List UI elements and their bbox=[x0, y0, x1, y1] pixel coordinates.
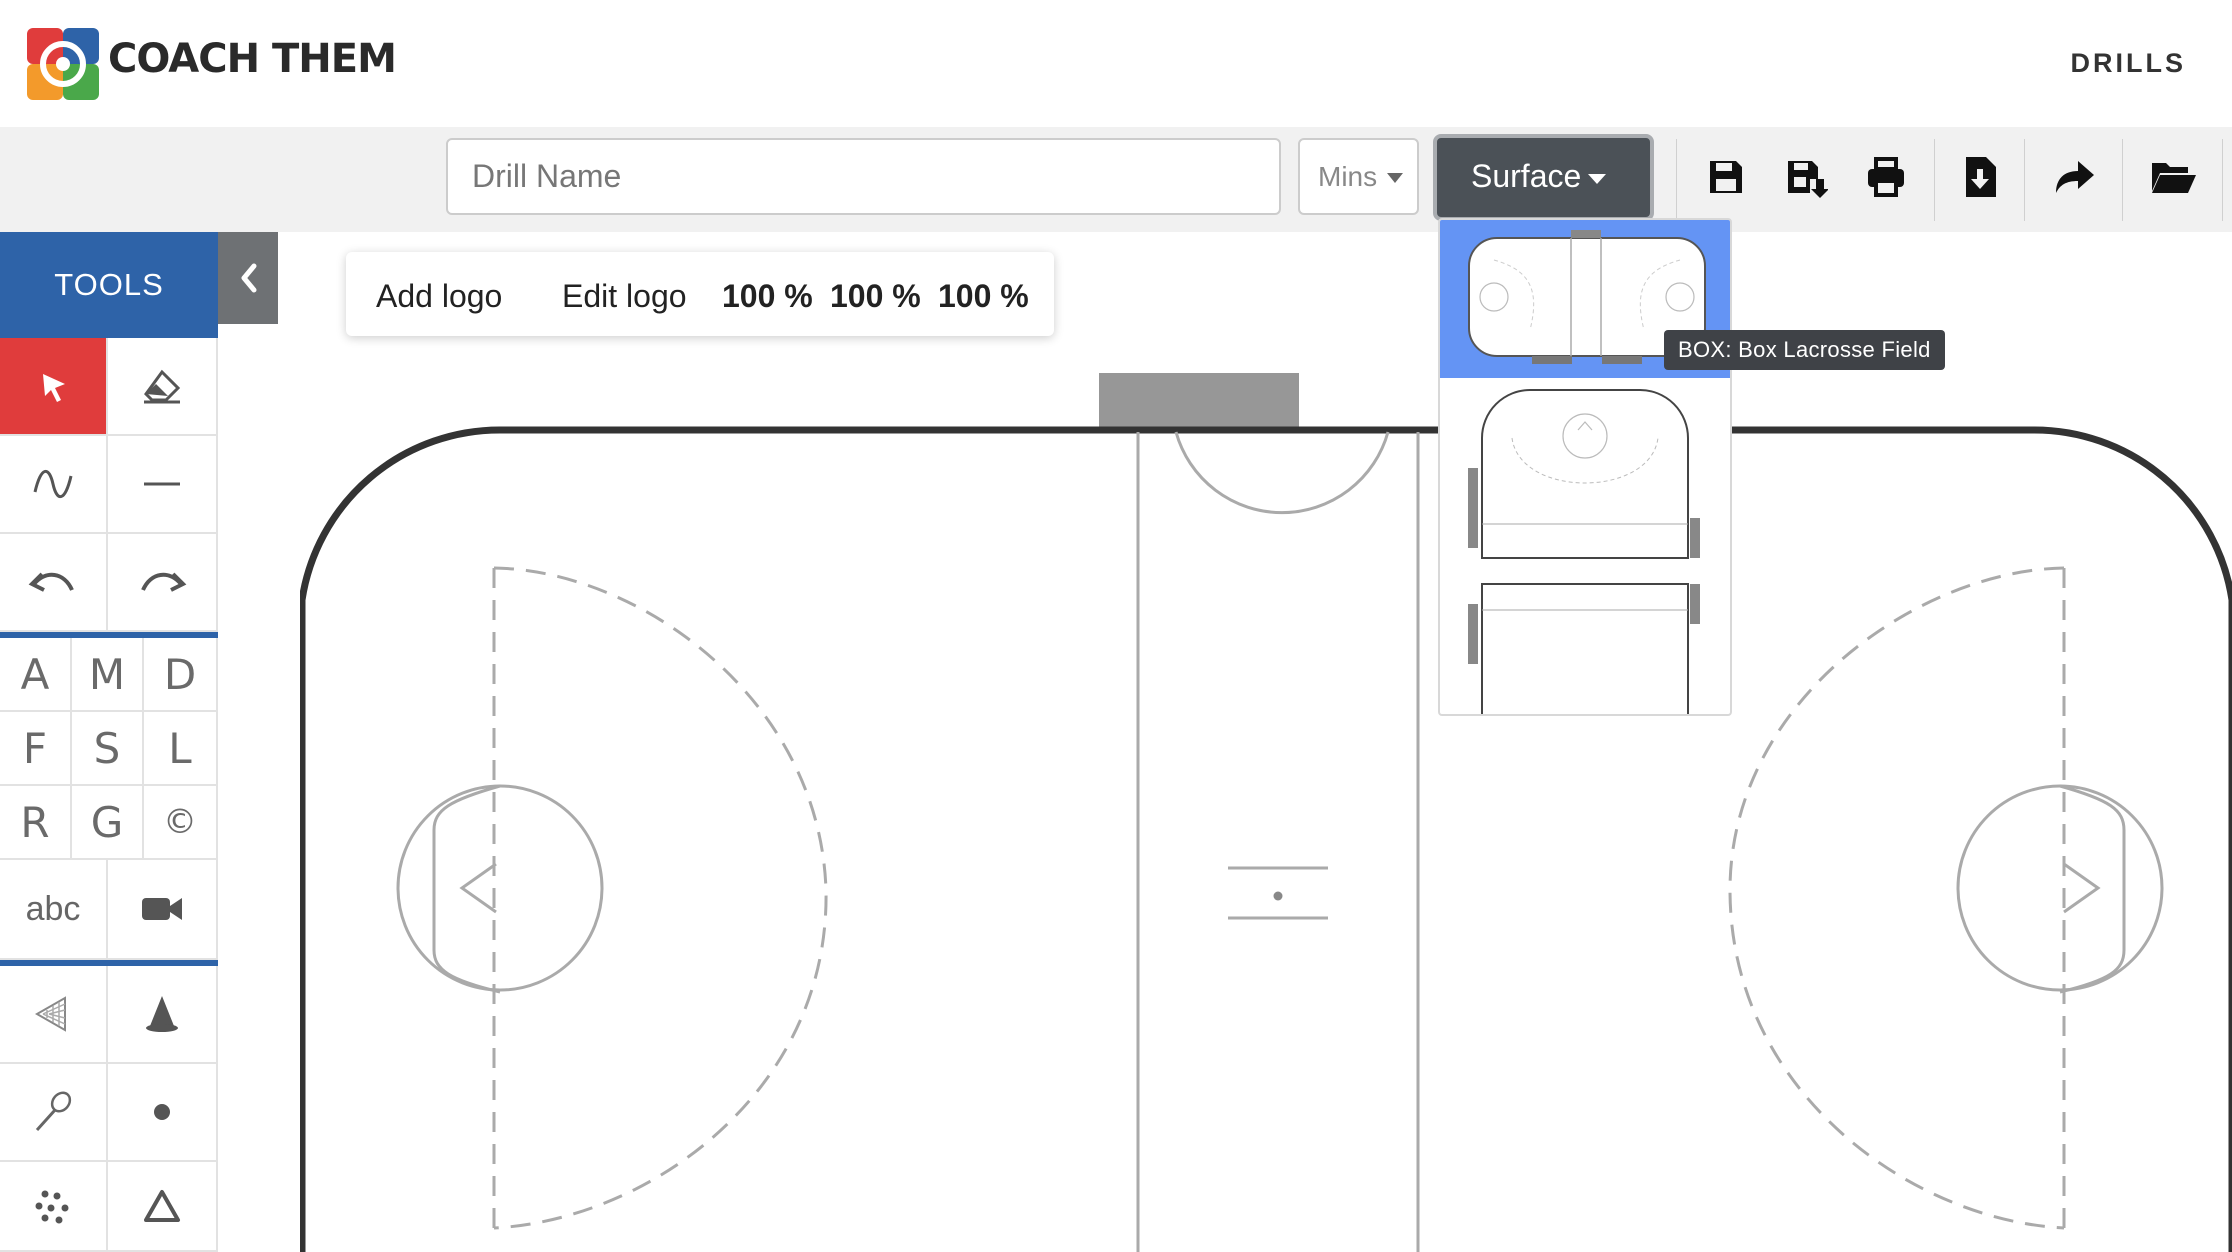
straight-line-tool[interactable] bbox=[108, 436, 218, 534]
letter-l: L bbox=[168, 723, 192, 773]
lacrosse-stick-icon bbox=[35, 1091, 72, 1132]
right-dashed-arc bbox=[1728, 566, 2065, 1230]
text-tool-label: abc bbox=[25, 889, 81, 928]
triangle-tool[interactable] bbox=[108, 1162, 218, 1252]
mins-select[interactable]: Mins bbox=[1298, 138, 1419, 215]
player-coach-tool[interactable]: © bbox=[144, 786, 218, 860]
letter-r: R bbox=[20, 797, 50, 847]
player-goalie-tool[interactable]: G bbox=[72, 786, 144, 860]
letter-c-circle: © bbox=[163, 802, 197, 842]
scattered-balls-icon bbox=[35, 1190, 69, 1224]
letter-s: S bbox=[93, 723, 121, 773]
video-tool[interactable] bbox=[108, 860, 218, 960]
bench-area bbox=[1099, 373, 1299, 431]
drill-name-input[interactable] bbox=[446, 138, 1281, 215]
brand-name[interactable]: COACH THEM bbox=[108, 36, 397, 82]
ball-icon bbox=[154, 1104, 170, 1120]
eraser-tool[interactable] bbox=[108, 338, 218, 436]
faceoff-arc bbox=[1174, 431, 1390, 515]
open-folder-icon[interactable] bbox=[2150, 155, 2198, 199]
letter-g: G bbox=[90, 797, 124, 847]
surface-option-half-field[interactable] bbox=[1440, 378, 1732, 560]
tools-panel-header: TOOLS bbox=[0, 232, 218, 338]
player-l-tool[interactable]: L bbox=[144, 712, 218, 786]
cone-icon bbox=[146, 996, 178, 1032]
right-crease bbox=[1956, 784, 2164, 992]
net-tool[interactable] bbox=[0, 966, 108, 1064]
toolbar-divider bbox=[1934, 139, 1935, 221]
logo-options-bar: Add logo Edit logo 100 % 100 % 100 % bbox=[346, 252, 1054, 336]
curve-tool[interactable] bbox=[0, 436, 108, 534]
ball-tool[interactable] bbox=[108, 1064, 218, 1162]
left-goal bbox=[459, 862, 497, 914]
stick-tool[interactable] bbox=[0, 1064, 108, 1162]
straight-line-icon bbox=[144, 482, 180, 486]
left-crease-back bbox=[432, 784, 501, 994]
video-camera-icon bbox=[142, 898, 182, 920]
mins-placeholder: Mins bbox=[1318, 161, 1378, 192]
goal-net-icon bbox=[34, 996, 66, 1032]
save-icon[interactable] bbox=[1704, 155, 1748, 199]
caret-down-icon bbox=[1588, 174, 1606, 184]
toolbar-divider bbox=[2024, 139, 2025, 221]
share-icon[interactable] bbox=[2052, 155, 2096, 199]
text-tool[interactable]: abc bbox=[0, 860, 108, 960]
cursor-arrow-icon bbox=[43, 374, 65, 402]
left-crease bbox=[396, 784, 604, 992]
letter-a: A bbox=[20, 649, 50, 699]
logo-scale-1[interactable]: 100 % bbox=[722, 278, 813, 315]
editor-toolbar: Mins Surface bbox=[0, 127, 2232, 232]
eraser-icon bbox=[144, 369, 181, 404]
wave-line-icon bbox=[33, 470, 73, 498]
right-goal bbox=[2063, 862, 2101, 914]
print-icon[interactable] bbox=[1864, 155, 1908, 199]
toolbar-divider bbox=[1676, 139, 1677, 221]
player-r-tool[interactable]: R bbox=[0, 786, 72, 860]
download-icon[interactable] bbox=[1958, 155, 2002, 199]
undo-icon bbox=[28, 572, 74, 592]
app-header: COACH THEM DRILLS bbox=[0, 0, 2232, 127]
toolbar-divider bbox=[2122, 139, 2123, 221]
left-dashed-arc bbox=[493, 566, 828, 1230]
collapse-panel-button[interactable] bbox=[218, 232, 278, 324]
redo-tool[interactable] bbox=[108, 534, 218, 632]
letter-m: M bbox=[88, 649, 126, 699]
letter-f: F bbox=[22, 723, 48, 773]
add-logo-link[interactable]: Add logo bbox=[376, 278, 502, 315]
surface-option-field-end[interactable] bbox=[1440, 560, 1732, 716]
toolbar-divider bbox=[2222, 139, 2223, 221]
caret-down-icon bbox=[1387, 173, 1403, 183]
player-attack-tool[interactable]: A bbox=[0, 638, 72, 712]
faceoff-dot bbox=[1273, 891, 1283, 901]
redo-icon bbox=[141, 572, 187, 592]
chevron-left-icon bbox=[241, 263, 257, 293]
surface-dropdown-button[interactable]: Surface bbox=[1433, 134, 1654, 221]
triangle-icon bbox=[144, 1190, 180, 1222]
select-tool[interactable] bbox=[0, 338, 108, 436]
player-s-tool[interactable]: S bbox=[72, 712, 144, 786]
logo-scale-3[interactable]: 100 % bbox=[938, 278, 1029, 315]
surface-tooltip: BOX: Box Lacrosse Field bbox=[1664, 330, 1945, 370]
letter-d: D bbox=[163, 649, 197, 699]
coach-them-logo[interactable] bbox=[27, 28, 99, 100]
right-crease-back bbox=[2059, 784, 2126, 994]
save-as-icon[interactable] bbox=[1784, 155, 1828, 199]
surface-label: Surface bbox=[1471, 158, 1582, 194]
player-midfield-tool[interactable]: M bbox=[72, 638, 144, 712]
drill-canvas[interactable] bbox=[300, 370, 2232, 1252]
balls-tool[interactable] bbox=[0, 1162, 108, 1252]
logo-scale-2[interactable]: 100 % bbox=[830, 278, 921, 315]
nav-drills-link[interactable]: DRILLS bbox=[2071, 48, 2187, 79]
player-defense-tool[interactable]: D bbox=[144, 638, 218, 712]
edit-logo-link[interactable]: Edit logo bbox=[562, 278, 687, 315]
undo-tool[interactable] bbox=[0, 534, 108, 632]
player-f-tool[interactable]: F bbox=[0, 712, 72, 786]
cone-tool[interactable] bbox=[108, 966, 218, 1064]
surface-dropdown-menu bbox=[1438, 218, 1732, 716]
